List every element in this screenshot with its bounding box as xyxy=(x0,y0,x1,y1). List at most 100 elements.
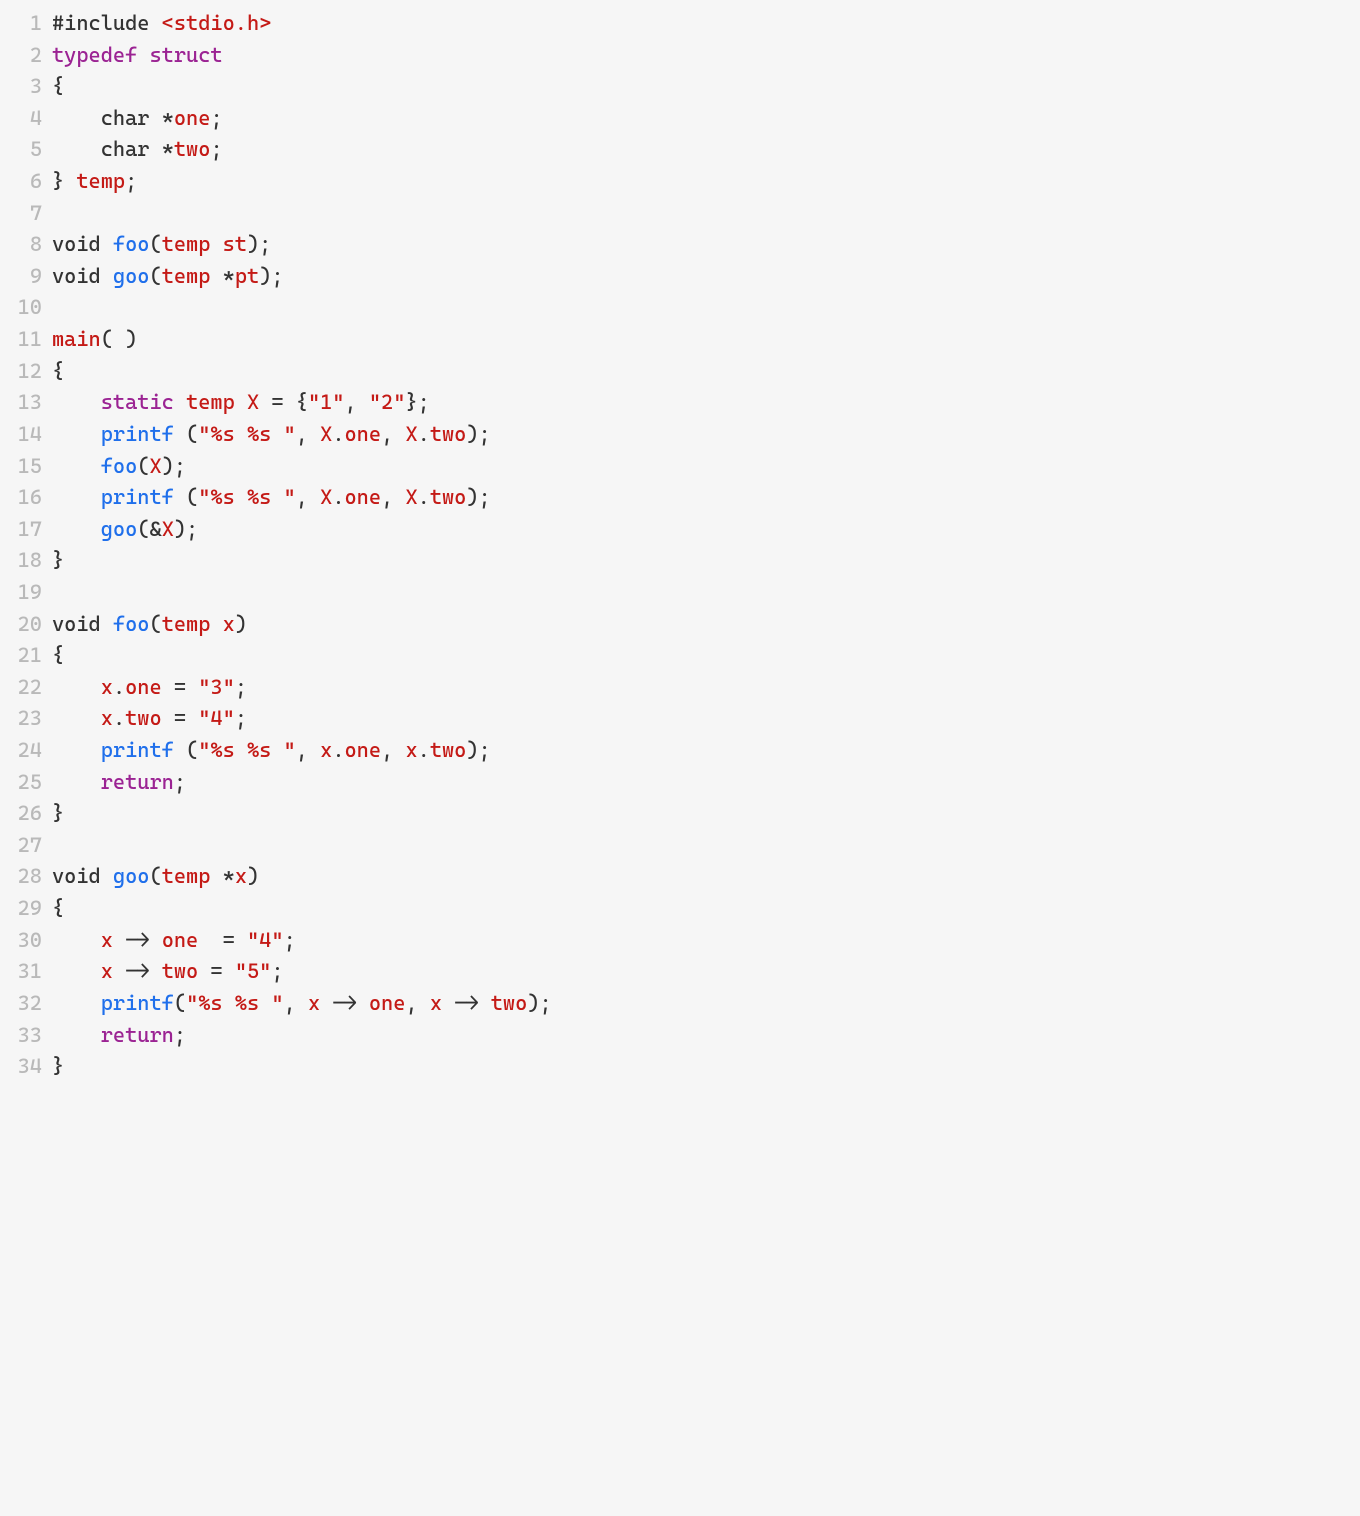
code-line: 2typedef struct xyxy=(0,40,1360,72)
code-line: 12{ xyxy=(0,356,1360,388)
code-line: 16 printf ("%s %s ", X.one, X.two); xyxy=(0,482,1360,514)
code-token: ; xyxy=(125,169,137,193)
code-token: , xyxy=(381,422,405,446)
code-token: x xyxy=(101,706,113,730)
code-content: printf ("%s %s ", x.one, x.two); xyxy=(52,735,1360,767)
code-token: two xyxy=(125,706,162,730)
code-token: void xyxy=(52,864,113,888)
code-token: ( xyxy=(137,454,149,478)
code-content: x.two = "4"; xyxy=(52,703,1360,735)
code-token xyxy=(52,454,101,478)
line-number: 30 xyxy=(0,925,52,957)
code-token: ) xyxy=(235,612,247,636)
code-block: 1#include <stdio.h>2typedef struct3{4 ch… xyxy=(0,0,1360,1091)
code-content: } temp; xyxy=(52,166,1360,198)
code-line: 15 foo(X); xyxy=(0,451,1360,483)
code-token: * xyxy=(162,137,174,161)
code-token: , xyxy=(296,485,320,509)
code-line: 24 printf ("%s %s ", x.one, x.two); xyxy=(0,735,1360,767)
code-token: x xyxy=(308,991,320,1015)
code-token: two xyxy=(430,485,467,509)
code-token: one xyxy=(125,675,162,699)
code-token: = xyxy=(198,959,235,983)
code-token xyxy=(52,485,101,509)
code-line: 6} temp; xyxy=(0,166,1360,198)
code-token: static xyxy=(101,390,174,414)
code-token: x xyxy=(101,928,113,952)
code-line: 21{ xyxy=(0,640,1360,672)
line-number: 20 xyxy=(0,609,52,641)
line-number: 28 xyxy=(0,861,52,893)
code-token: x xyxy=(101,675,113,699)
code-token: } xyxy=(52,169,76,193)
code-token: "2" xyxy=(369,390,406,414)
code-content: return; xyxy=(52,1020,1360,1052)
code-token: -> xyxy=(113,928,162,952)
code-token: = xyxy=(162,675,199,699)
code-token xyxy=(52,991,101,1015)
code-token xyxy=(52,137,101,161)
code-token: ( xyxy=(174,991,186,1015)
code-token: { xyxy=(52,74,64,98)
code-token: } xyxy=(52,1054,64,1078)
code-token: two xyxy=(174,137,211,161)
code-token: , xyxy=(296,738,320,762)
code-token: pt xyxy=(235,264,259,288)
line-number: 4 xyxy=(0,103,52,135)
line-number: 16 xyxy=(0,482,52,514)
code-token: , xyxy=(345,390,369,414)
code-token: , xyxy=(296,422,320,446)
line-number: 29 xyxy=(0,893,52,925)
code-token: one xyxy=(345,485,382,509)
code-token: void xyxy=(52,264,113,288)
code-token: one xyxy=(345,422,382,446)
line-number: 17 xyxy=(0,514,52,546)
code-token: one xyxy=(369,991,406,1015)
line-number: 3 xyxy=(0,71,52,103)
code-token: , xyxy=(284,991,308,1015)
code-token xyxy=(52,959,101,983)
code-token: two xyxy=(491,991,528,1015)
code-token: -> xyxy=(320,991,369,1015)
code-token: ( xyxy=(150,232,162,256)
line-number: 11 xyxy=(0,324,52,356)
code-token: temp xyxy=(162,864,211,888)
code-token: ( xyxy=(174,485,198,509)
code-line: 27 xyxy=(0,830,1360,862)
code-content: char *one; xyxy=(52,103,1360,135)
code-token: foo xyxy=(101,454,138,478)
code-token: (& xyxy=(137,517,161,541)
code-token: . xyxy=(418,422,430,446)
code-token: ; xyxy=(174,1023,186,1047)
code-token: -> xyxy=(442,991,491,1015)
code-token xyxy=(52,1023,101,1047)
line-number: 25 xyxy=(0,767,52,799)
code-line: 11main( ) xyxy=(0,324,1360,356)
code-token: , xyxy=(381,738,405,762)
code-token xyxy=(210,864,222,888)
line-number: 5 xyxy=(0,134,52,166)
code-content: x -> two = "5"; xyxy=(52,956,1360,988)
line-number: 31 xyxy=(0,956,52,988)
code-token: char xyxy=(101,106,162,130)
code-token: ; xyxy=(235,675,247,699)
code-token xyxy=(52,422,101,446)
code-token: ; xyxy=(210,106,222,130)
line-number: 12 xyxy=(0,356,52,388)
code-token: X xyxy=(320,485,332,509)
code-token: ; xyxy=(235,706,247,730)
code-token: ); xyxy=(466,422,490,446)
code-content: { xyxy=(52,356,1360,388)
code-line: 1#include <stdio.h> xyxy=(0,8,1360,40)
code-token: "4" xyxy=(247,928,284,952)
code-token: { xyxy=(52,643,64,667)
code-token: . xyxy=(332,485,344,509)
code-line: 22 x.one = "3"; xyxy=(0,672,1360,704)
code-token: temp xyxy=(162,232,211,256)
code-token: ( ) xyxy=(101,327,138,351)
line-number: 1 xyxy=(0,8,52,40)
line-number: 14 xyxy=(0,419,52,451)
line-number: 18 xyxy=(0,545,52,577)
code-token: "4" xyxy=(198,706,235,730)
code-line: 29{ xyxy=(0,893,1360,925)
